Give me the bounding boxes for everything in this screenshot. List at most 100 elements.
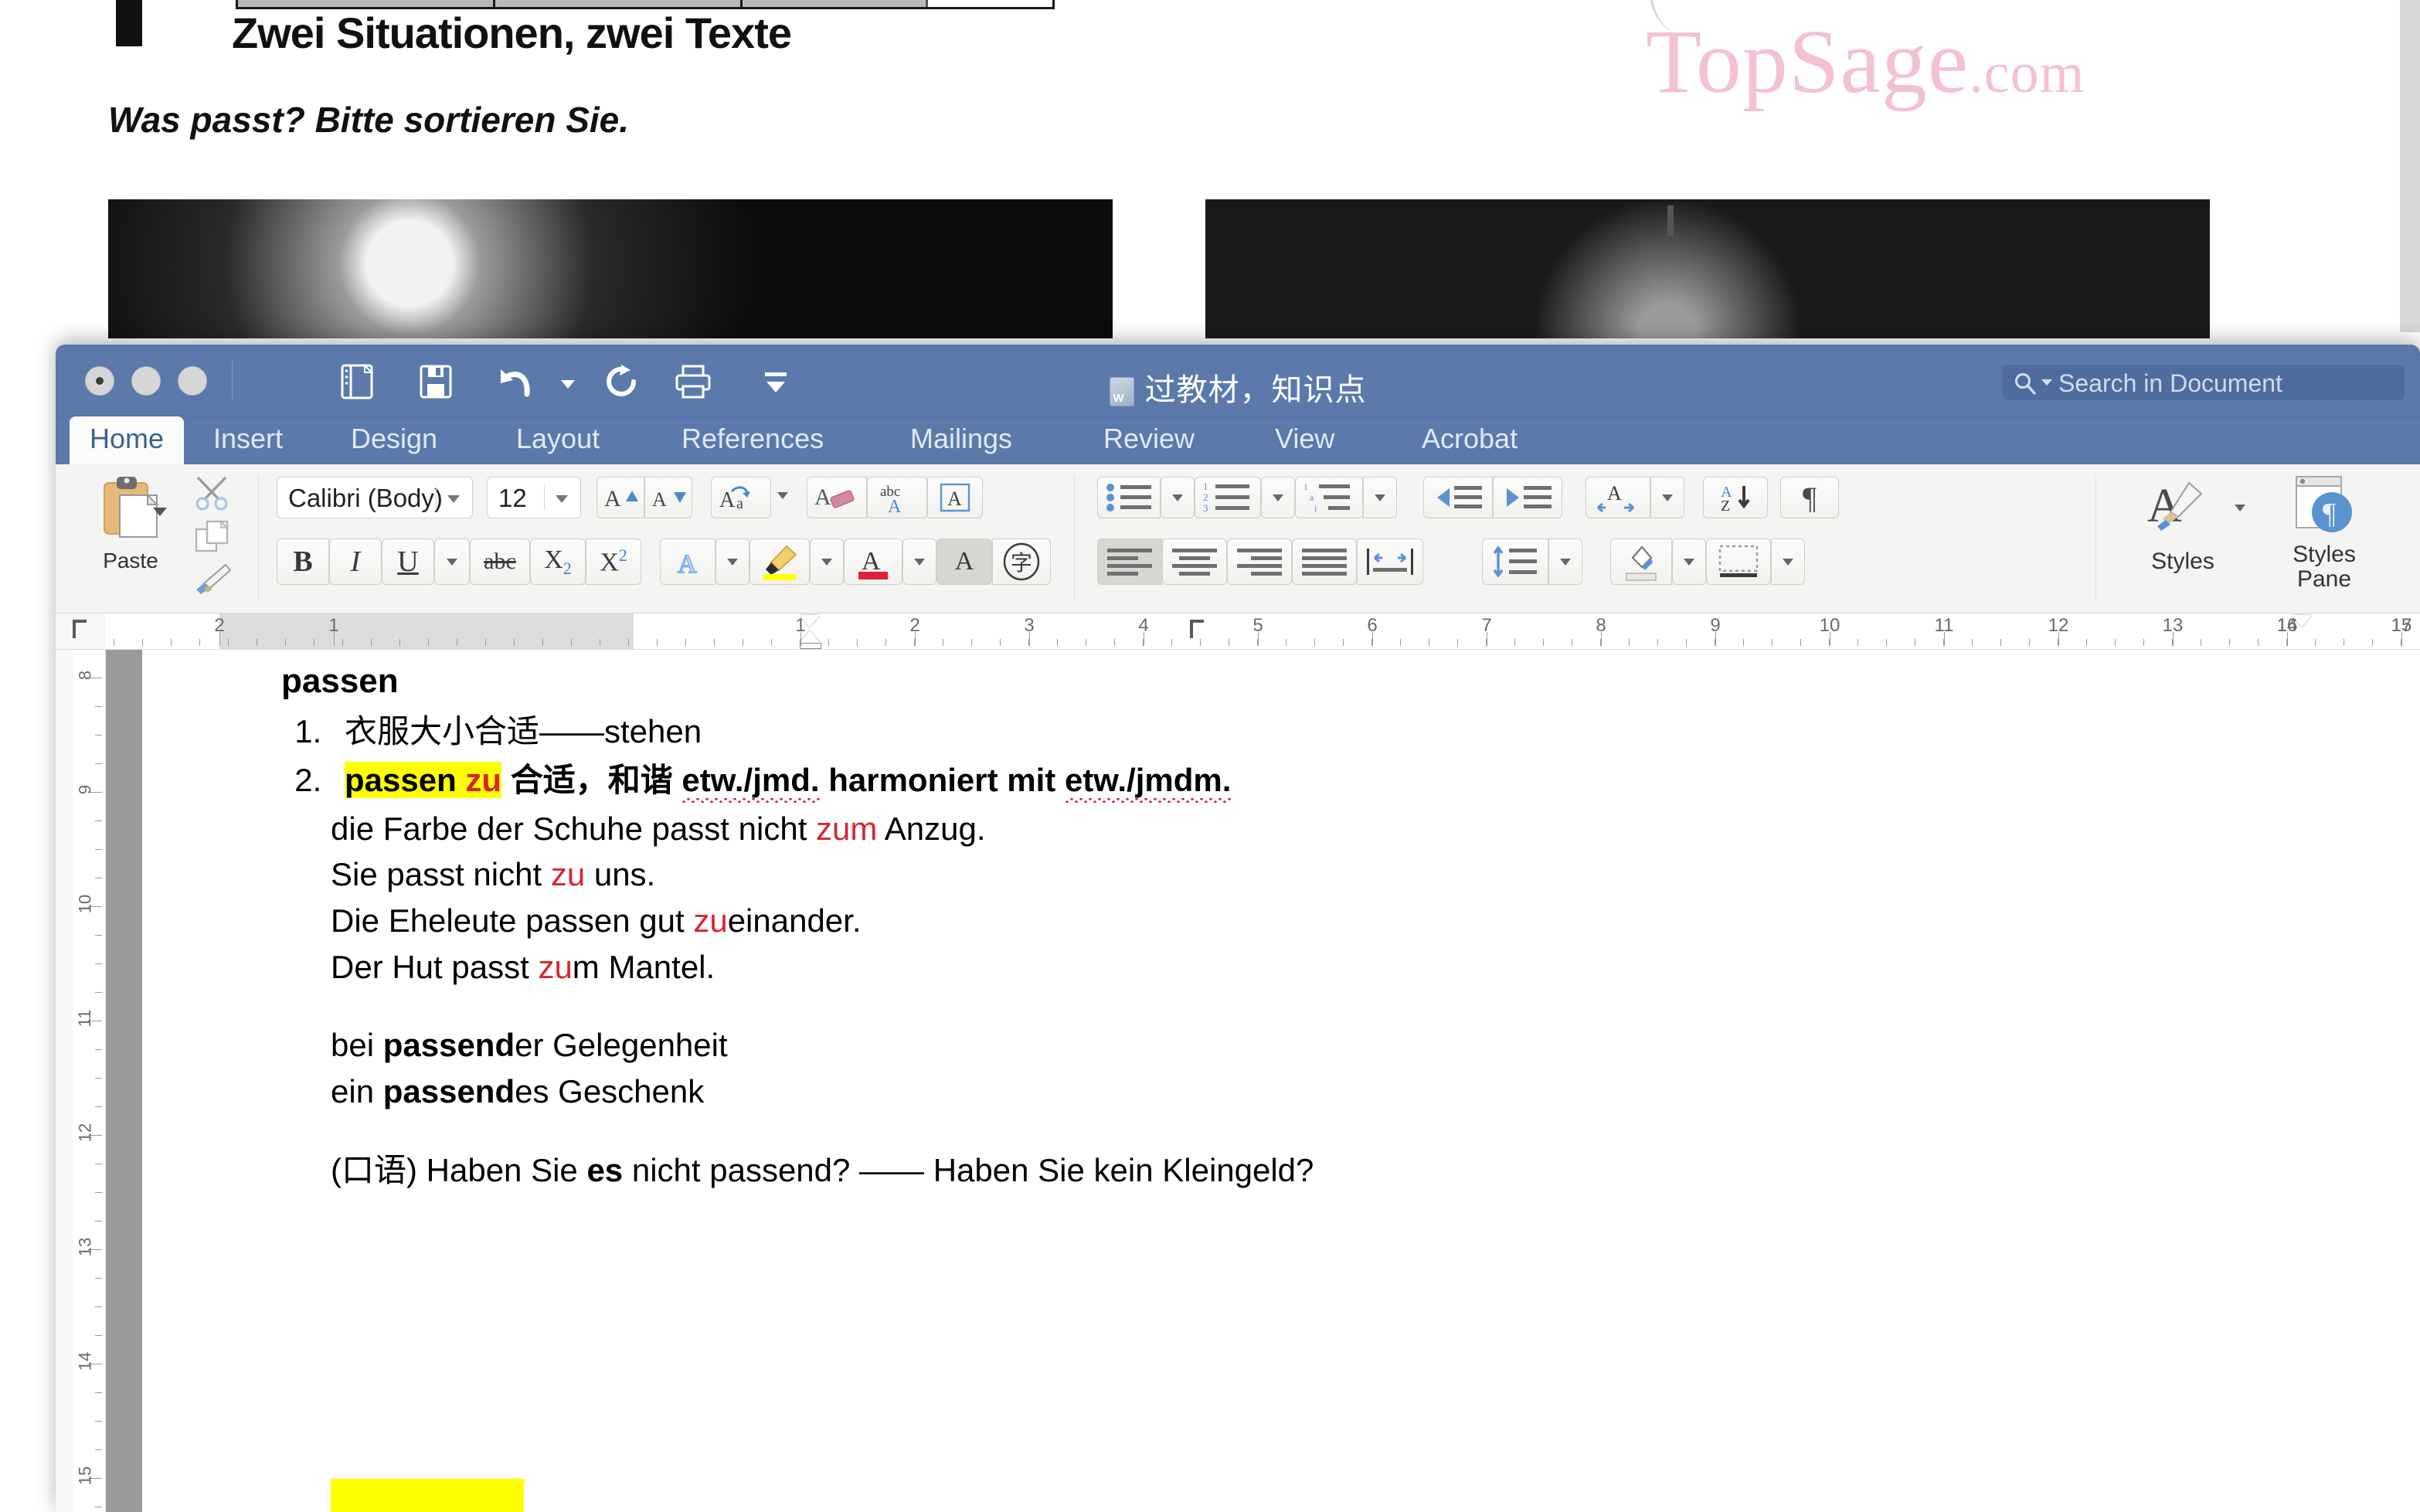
scanned-photo-right	[1205, 199, 2210, 338]
shading-caret-button[interactable]	[1672, 539, 1706, 585]
styles-pane-button[interactable]: ¶ Styles Pane	[2262, 472, 2386, 591]
undo-dropdown-caret[interactable]	[561, 380, 575, 389]
copy-button[interactable]	[192, 518, 233, 554]
underline-style-caret-button[interactable]	[434, 539, 470, 585]
customize-toolbar-icon[interactable]	[759, 363, 802, 403]
bold-button[interactable]: B	[277, 539, 329, 585]
scissors-icon	[195, 476, 228, 511]
superscript-button[interactable]: X2	[586, 539, 641, 585]
search-box[interactable]	[2003, 365, 2405, 402]
tab-mailings[interactable]: Mailings	[890, 416, 1032, 464]
tab-view[interactable]: View	[1255, 416, 1354, 464]
highlight-color-caret-button[interactable]	[810, 539, 844, 585]
svg-text:A: A	[719, 488, 736, 511]
underline-label: U	[397, 545, 419, 578]
strikethrough-button[interactable]: abc	[470, 539, 530, 585]
tab-design[interactable]: Design	[331, 416, 457, 464]
svg-text:3: 3	[1203, 502, 1208, 513]
text-direction-button[interactable]: A	[1586, 477, 1650, 518]
chevron-down-icon	[1273, 494, 1283, 501]
styles-button[interactable]: A Styles	[2125, 474, 2241, 575]
shrink-font-button[interactable]: A	[644, 477, 692, 518]
tab-home[interactable]: Home	[70, 416, 185, 464]
minimize-button[interactable]	[131, 366, 161, 396]
subscript-button[interactable]: X2	[530, 539, 586, 585]
cut-button[interactable]	[192, 475, 233, 511]
vertical-ruler[interactable]: 8 9 10 11 12 13 14 15	[56, 650, 106, 1512]
font-size-combo[interactable]: 12	[487, 477, 581, 518]
character-shading-button[interactable]: A	[936, 539, 992, 585]
show-formatting-marks-button[interactable]: ¶	[1780, 477, 1839, 518]
spelling-button[interactable]: abc A	[867, 477, 927, 518]
highlighted-preposition: zu	[693, 902, 728, 939]
highlight-color-button[interactable]	[749, 539, 810, 585]
example-sentence: Der Hut passt zum Mantel.	[331, 944, 2389, 990]
tab-stop-marker[interactable]	[1190, 620, 1204, 638]
clear-formatting-button[interactable]: A	[807, 477, 867, 518]
line-spacing-caret-button[interactable]	[1548, 539, 1582, 585]
asian-layout-button[interactable]: 字	[992, 539, 1051, 585]
toolbar-divider	[232, 362, 233, 399]
underline-button[interactable]: U	[382, 539, 434, 585]
justify-button[interactable]	[1292, 539, 1357, 585]
close-button[interactable]	[85, 366, 114, 396]
horizontal-ruler[interactable]: 2 1 1 2 3 4 5 6 7 8 9 10 11 12 13 14 15 16 17	[56, 613, 2420, 650]
save-icon[interactable]	[419, 363, 462, 403]
search-input[interactable]	[2057, 365, 2398, 402]
line-spacing-button[interactable]	[1482, 539, 1548, 585]
new-document-icon[interactable]	[340, 363, 383, 403]
italic-button[interactable]: I	[329, 539, 382, 585]
numbering-caret-button[interactable]	[1261, 477, 1295, 518]
tab-insert[interactable]: Insert	[193, 416, 303, 464]
shading-button[interactable]	[1610, 539, 1672, 585]
text-glow-button[interactable]: A	[660, 539, 715, 585]
change-case-button[interactable]: Aa	[711, 477, 771, 518]
format-painter-button[interactable]	[192, 562, 233, 597]
ribbon-divider-2	[1074, 475, 1075, 602]
bullets-caret-button[interactable]	[1161, 477, 1195, 518]
font-color-a: A	[862, 547, 881, 576]
change-case-caret[interactable]	[777, 492, 788, 499]
tab-review[interactable]: Review	[1083, 416, 1215, 464]
font-name-combo[interactable]: Calibri (Body)	[277, 477, 473, 518]
align-right-button[interactable]	[1227, 539, 1292, 585]
align-left-button[interactable]	[1097, 539, 1162, 585]
search-options-caret[interactable]	[2041, 379, 2052, 386]
tab-references[interactable]: References	[661, 416, 844, 464]
grow-font-button[interactable]: A	[597, 477, 644, 518]
document-text[interactable]: passen 衣服大小合适——stehen passen zu 合适，和谐 et…	[281, 662, 2389, 1193]
borders-caret-button[interactable]	[1771, 539, 1805, 585]
text-glow-caret-button[interactable]	[715, 539, 749, 585]
redo-icon[interactable]	[604, 363, 647, 403]
font-color-caret-button[interactable]	[902, 539, 936, 585]
zoom-button[interactable]	[178, 366, 207, 396]
chevron-down-icon[interactable]	[556, 495, 568, 503]
text-direction-caret-button[interactable]	[1650, 477, 1684, 518]
svg-text:1: 1	[1303, 482, 1308, 492]
left-indent-marker[interactable]	[800, 643, 821, 649]
borders-button[interactable]	[1706, 539, 1771, 585]
decrease-indent-button[interactable]	[1423, 477, 1493, 518]
paste-dropdown-caret[interactable]	[153, 508, 167, 516]
font-color-button[interactable]: A	[844, 539, 902, 585]
styles-dropdown-caret[interactable]	[2235, 505, 2245, 511]
align-center-button[interactable]	[1162, 539, 1227, 585]
tab-acrobat[interactable]: Acrobat	[1402, 416, 1538, 464]
undo-icon[interactable]	[493, 363, 536, 403]
sort-button[interactable]: AZ	[1703, 477, 1768, 518]
text-effects-button[interactable]: A	[927, 477, 983, 518]
distributed-button[interactable]	[1357, 539, 1423, 585]
tab-stop-selector[interactable]	[73, 620, 87, 638]
ruler-track[interactable]: 2 1 1 2 3 4 5 6 7 8 9 10 11 12 13 14 15 16 17	[73, 613, 2420, 649]
bullets-button[interactable]	[1097, 477, 1161, 518]
multilevel-list-button[interactable]: 1ai	[1295, 477, 1363, 518]
paste-button[interactable]: Paste	[73, 472, 189, 573]
numbering-button[interactable]: 123	[1195, 477, 1261, 518]
increase-indent-button[interactable]	[1493, 477, 1562, 518]
tab-layout[interactable]: Layout	[496, 416, 620, 464]
multilevel-caret-button[interactable]	[1363, 477, 1397, 518]
chevron-down-icon[interactable]	[447, 495, 460, 503]
print-icon[interactable]	[674, 363, 717, 403]
document-page[interactable]: passen 衣服大小合适——stehen passen zu 合适，和谐 et…	[142, 650, 2420, 1512]
